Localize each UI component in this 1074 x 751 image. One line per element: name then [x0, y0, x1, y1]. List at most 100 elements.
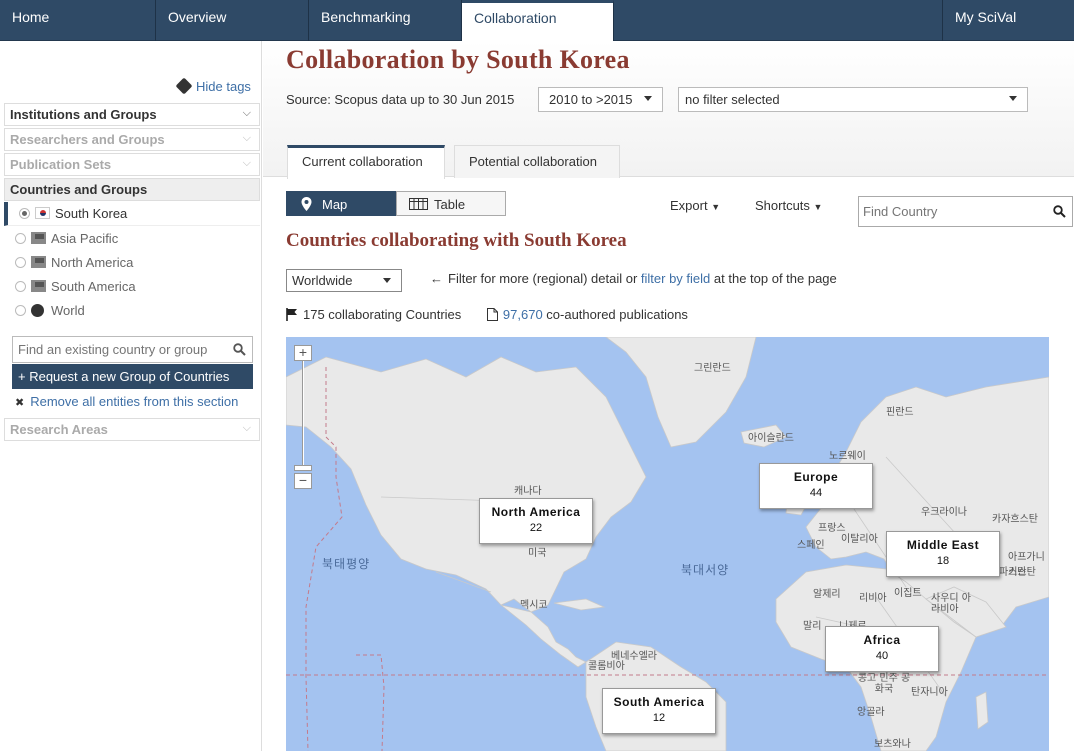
section-research-areas[interactable]: Research Areas ⌵ [4, 418, 260, 441]
region-europe[interactable]: Europe 44 [759, 463, 873, 509]
entity-south-korea[interactable]: South Korea [4, 202, 260, 226]
zoom-control: + − [294, 345, 312, 489]
region-name: Africa [863, 633, 901, 647]
section-countries[interactable]: Countries and Groups [4, 178, 260, 201]
tab-current-collaboration[interactable]: Current collaboration [287, 145, 445, 179]
map-label: 멕시코 [520, 600, 548, 611]
collaboration-stats: 175 collaborating Countries 97,670 co-au… [286, 307, 688, 322]
request-group-button[interactable]: + Request a new Group of Countries [12, 364, 253, 389]
map-label: 리비아 [859, 593, 887, 604]
radio-button[interactable] [19, 208, 30, 219]
filter-note-prefix: Filter for more (regional) detail or [448, 271, 641, 286]
radio-button[interactable] [15, 305, 26, 316]
region-select-value: Worldwide [292, 273, 353, 288]
radio-button[interactable] [15, 281, 26, 292]
tab-potential-collaboration[interactable]: Potential collaboration [454, 145, 620, 178]
entity-north-america[interactable]: North America [4, 251, 260, 275]
region-middle-east[interactable]: Middle East 18 [886, 531, 1000, 577]
document-icon [486, 308, 498, 321]
page-header: Collaboration by South Korea Source: Sco… [263, 41, 1074, 179]
sidebar: Hide tags Institutions and Groups ⌵ Rese… [0, 41, 262, 751]
export-menu[interactable]: Export ▼ [670, 198, 720, 213]
zoom-slider-handle[interactable] [294, 465, 312, 471]
map-label: 카자흐스탄 [992, 514, 1038, 525]
caret-down-icon [383, 278, 391, 283]
map-label: 아이슬란드 [748, 433, 794, 444]
find-entity-input[interactable] [13, 337, 223, 362]
find-country-search [858, 196, 1073, 227]
section-label: Research Areas [10, 422, 108, 437]
tab-collaboration[interactable]: Collaboration [462, 0, 614, 41]
flag-icon [286, 308, 297, 321]
map-toggle-label: Map [322, 197, 348, 212]
top-navigation: Home Overview Benchmarking Collaboration… [0, 0, 1074, 41]
caret-down-icon: ▼ [711, 202, 721, 212]
entity-south-america[interactable]: South America [4, 275, 260, 299]
map-label: 우크라이나 [921, 507, 967, 518]
entity-label: South Korea [55, 206, 128, 221]
search-icon[interactable] [233, 343, 246, 356]
remove-all-link[interactable]: ✖ Remove all entities from this section [15, 394, 238, 409]
hide-tags-label: Hide tags [196, 79, 251, 94]
chevron-down-icon: ⌵ [242, 157, 251, 169]
section-institutions[interactable]: Institutions and Groups ⌵ [4, 103, 260, 126]
entity-asia-pacific[interactable]: Asia Pacific [4, 227, 260, 251]
map-label: 스페인 [797, 540, 825, 551]
zoom-slider[interactable] [302, 361, 304, 465]
zoom-out-button[interactable]: − [294, 473, 312, 489]
globe-icon [31, 304, 44, 317]
map-view-toggle[interactable]: Map [286, 191, 396, 216]
search-icon[interactable] [1053, 205, 1066, 218]
publications-count[interactable]: 97,670 [503, 307, 543, 322]
tab-home[interactable]: Home [0, 0, 156, 41]
radio-button[interactable] [15, 233, 26, 244]
entity-label: Asia Pacific [51, 231, 119, 246]
shortcuts-menu[interactable]: Shortcuts ▼ [755, 198, 822, 213]
remove-all-label: Remove all entities from this section [30, 394, 239, 409]
region-count: 12 [652, 712, 666, 724]
entity-label: North America [51, 255, 134, 270]
world-map[interactable]: + − 그린란드 아이슬란드 핀란드 노르웨이 캐나다 미국 멕시코 북태평양 … [286, 337, 1049, 751]
main-content: Collaboration by South Korea Source: Sco… [263, 41, 1074, 751]
region-name: South America [613, 695, 705, 709]
map-label: 북대서양 [681, 563, 730, 577]
chevron-down-icon: ⌵ [242, 132, 251, 144]
tab-benchmarking[interactable]: Benchmarking [309, 0, 462, 41]
region-select[interactable]: Worldwide [286, 269, 402, 292]
year-range-select[interactable]: 2010 to >2015 [538, 87, 663, 112]
page-title: Collaboration by South Korea [286, 45, 630, 74]
region-africa[interactable]: Africa 40 [825, 626, 939, 672]
hide-tags-link[interactable]: Hide tags [175, 77, 251, 95]
find-country-input[interactable] [859, 197, 1044, 225]
region-count: 18 [936, 555, 950, 567]
table-view-toggle[interactable]: Table [396, 191, 506, 216]
section-title: Countries collaborating with South Korea [286, 230, 627, 251]
tag-icon [175, 77, 193, 95]
tab-my-scival[interactable]: My SciVal [942, 0, 1074, 41]
region-count: 40 [875, 650, 889, 662]
radio-button[interactable] [15, 257, 26, 268]
region-name: Europe [793, 470, 839, 484]
map-label: 이탈리아 [841, 534, 878, 545]
map-label: 북태평양 [322, 557, 371, 571]
filter-note: ← Filter for more (regional) detail or fi… [430, 271, 837, 286]
section-researchers[interactable]: Researchers and Groups ⌵ [4, 128, 260, 151]
map-label: 사우디 아라비아 [931, 593, 971, 615]
arrow-left-icon: ← [430, 271, 443, 286]
region-north-america[interactable]: North America 22 [479, 498, 593, 544]
group-flag-icon [31, 232, 46, 244]
zoom-in-button[interactable]: + [294, 345, 312, 361]
close-icon: ✖ [15, 397, 25, 409]
field-filter-value: no filter selected [685, 92, 780, 107]
table-toggle-label: Table [434, 197, 466, 212]
entity-world[interactable]: World [4, 299, 260, 323]
section-publication-sets[interactable]: Publication Sets ⌵ [4, 153, 260, 176]
filter-by-field-link[interactable]: filter by field [641, 271, 710, 286]
tab-overview[interactable]: Overview [156, 0, 309, 41]
field-filter-select[interactable]: no filter selected [678, 87, 1028, 112]
region-count: 44 [809, 487, 823, 499]
region-south-america[interactable]: South America 12 [602, 688, 716, 734]
caret-down-icon [1009, 96, 1017, 101]
countries-count: 175 collaborating Countries [303, 307, 462, 322]
year-range-value: 2010 to >2015 [549, 92, 633, 107]
